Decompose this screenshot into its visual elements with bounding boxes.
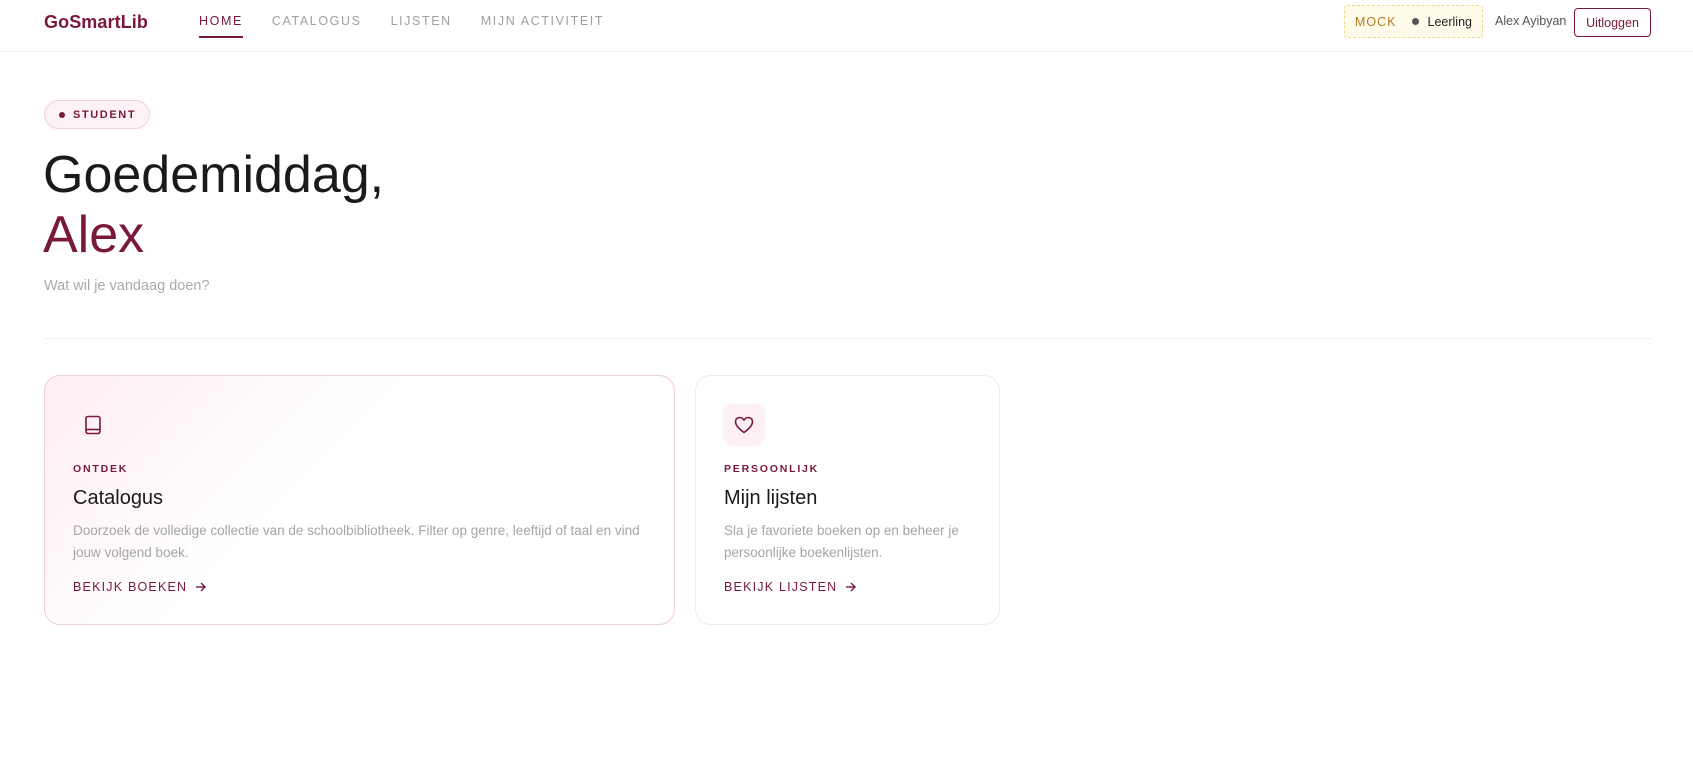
page-title: Goedemiddag, Alex bbox=[43, 145, 384, 265]
nav-item-mijn-activiteit[interactable]: MIJN ACTIVITEIT bbox=[481, 0, 604, 38]
card-description: Sla je favoriete boeken op en beheer je … bbox=[724, 523, 959, 560]
main-nav: HOME CATALOGUS LIJSTEN MIJN ACTIVITEIT bbox=[199, 0, 633, 52]
arrow-right-icon bbox=[845, 582, 857, 592]
greeting-name: Alex bbox=[43, 206, 145, 264]
section-divider bbox=[44, 338, 1651, 339]
card-title: Mijn lijsten bbox=[724, 487, 818, 509]
book-icon bbox=[72, 404, 114, 446]
card-description: Doorzoek de volledige collectie van de s… bbox=[73, 523, 640, 560]
role-badge: STUDENT bbox=[44, 100, 151, 129]
app-logo[interactable]: GoSmartLib bbox=[44, 12, 148, 33]
card-catalogus[interactable]: ONTDEK Catalogus Doorzoek de volledige c… bbox=[44, 375, 675, 625]
card-title: Catalogus bbox=[73, 487, 164, 509]
logout-button[interactable]: Uitloggen bbox=[1574, 8, 1651, 37]
user-name: Alex Ayibyan bbox=[1495, 14, 1567, 28]
card-link-label: BEKIJK LIJSTEN bbox=[724, 580, 838, 594]
card-mijn-lijsten[interactable]: PERSOONLIJK Mijn lijsten Sla je favoriet… bbox=[695, 375, 1000, 625]
view-lists-link[interactable]: BEKIJK LIJSTEN bbox=[724, 580, 857, 594]
role-badge-label: STUDENT bbox=[73, 108, 137, 121]
top-navigation-bar: GoSmartLib HOME CATALOGUS LIJSTEN MIJN A… bbox=[0, 0, 1693, 52]
mock-role-label: Leerling bbox=[1427, 14, 1472, 29]
arrow-right-icon bbox=[195, 582, 207, 592]
mock-label: MOCK bbox=[1355, 14, 1397, 29]
status-dot-icon bbox=[1411, 18, 1419, 25]
heart-icon bbox=[723, 404, 765, 446]
nav-item-home[interactable]: HOME bbox=[199, 0, 243, 38]
badge-dot-icon bbox=[59, 111, 65, 118]
page-subtitle: Wat wil je vandaag doen? bbox=[44, 278, 210, 294]
greeting-text: Goedemiddag, bbox=[43, 146, 385, 204]
card-eyebrow: ONTDEK bbox=[73, 463, 129, 475]
view-books-link[interactable]: BEKIJK BOEKEN bbox=[73, 580, 207, 594]
nav-item-lijsten[interactable]: LIJSTEN bbox=[391, 0, 452, 38]
mock-role-switcher[interactable]: MOCK Leerling bbox=[1344, 5, 1483, 38]
card-link-label: BEKIJK BOEKEN bbox=[73, 580, 188, 594]
card-eyebrow: PERSOONLIJK bbox=[724, 463, 820, 475]
nav-item-catalogus[interactable]: CATALOGUS bbox=[272, 0, 362, 38]
